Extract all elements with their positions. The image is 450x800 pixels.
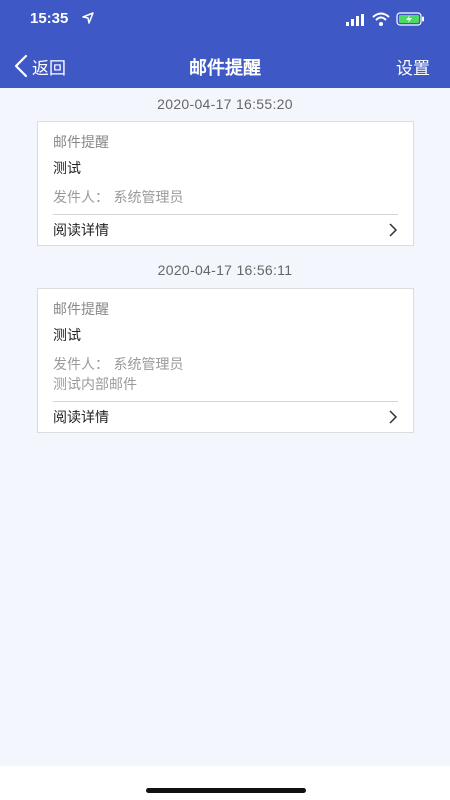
read-details-label: 阅读详情 [53, 410, 109, 426]
chevron-right-icon [389, 410, 398, 424]
status-time: 15:35 [30, 10, 69, 27]
status-bar: 15:35 [0, 0, 450, 40]
card-subject: 测试 [53, 328, 81, 344]
card-body: 测试内部邮件 [53, 377, 137, 393]
app-header: 15:35 返回 邮件提醒 设置 [0, 0, 450, 88]
message-timestamp: 2020-04-17 16:55:20 [157, 96, 293, 112]
read-details-link[interactable]: 阅读详情 [53, 215, 398, 245]
battery-charging-icon [396, 12, 424, 26]
card-sender: 发件人： 系统管理员 [53, 357, 184, 373]
page-title: 邮件提醒 [189, 58, 261, 79]
card-title: 邮件提醒 [53, 135, 109, 151]
message-timestamp: 2020-04-17 16:56:11 [157, 262, 293, 278]
nav-bar: 返回 邮件提醒 设置 [0, 44, 450, 88]
signal-icon [346, 14, 364, 26]
settings-button[interactable]: 设置 [396, 54, 430, 79]
read-details-link[interactable]: 阅读详情 [53, 402, 398, 432]
read-details-label: 阅读详情 [53, 223, 109, 239]
wifi-icon [372, 12, 390, 26]
card-title: 邮件提醒 [53, 302, 109, 318]
message-card: 邮件提醒 测试 发件人： 系统管理员 测试内部邮件 阅读详情 [37, 288, 414, 433]
home-indicator[interactable] [146, 788, 306, 793]
card-subject: 测试 [53, 161, 81, 177]
location-icon [82, 12, 94, 24]
bottom-safe-area [0, 766, 450, 800]
card-sender: 发件人： 系统管理员 [53, 190, 184, 206]
chevron-right-icon [389, 223, 398, 237]
message-card: 邮件提醒 测试 发件人： 系统管理员 阅读详情 [37, 121, 414, 246]
